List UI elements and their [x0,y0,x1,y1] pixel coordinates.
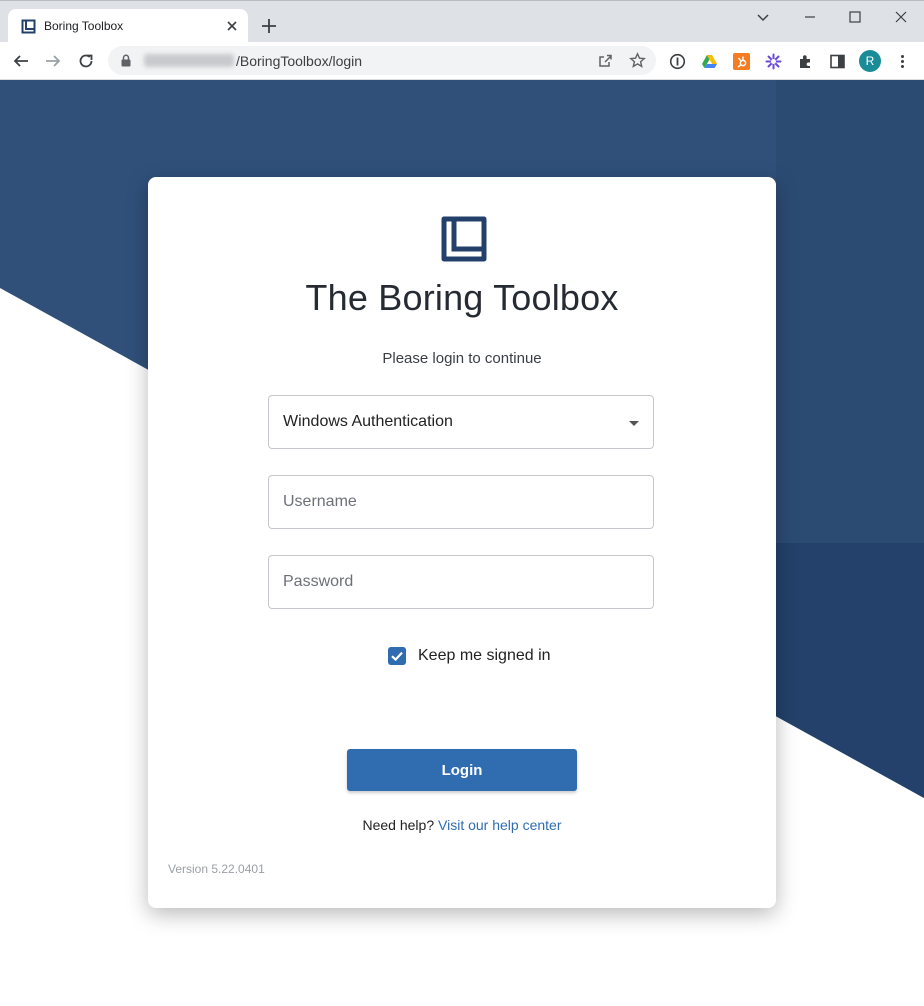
minimize-icon[interactable] [802,9,818,25]
new-tab-icon[interactable] [260,17,278,35]
hubspot-extension-icon[interactable] [733,53,750,70]
username-input[interactable] [268,475,654,529]
login-subtitle: Please login to continue [382,350,542,367]
more-menu-icon[interactable] [894,53,911,70]
help-text: Need help? Visit our help center [148,817,776,833]
bookmark-star-icon[interactable] [629,52,646,69]
share-icon[interactable] [597,52,614,69]
password-manager-extension-icon[interactable] [669,53,686,70]
help-prefix: Need help? [362,817,435,833]
side-panel-icon[interactable] [829,53,846,70]
tab-title: Boring Toolbox [44,19,124,33]
address-bar[interactable]: /BoringToolbox/login [108,46,656,75]
browser-tab[interactable]: Boring Toolbox [8,9,248,43]
lock-icon[interactable] [120,54,132,67]
url-path: /BoringToolbox/login [236,53,363,69]
extensions-puzzle-icon[interactable] [797,53,814,70]
url-host-blurred [144,54,234,67]
version-label: Version 5.22.0401 [168,862,265,876]
close-tab-icon[interactable] [224,18,240,34]
help-center-link[interactable]: Visit our help center [438,817,561,833]
reload-icon[interactable] [77,52,95,70]
app-title: The Boring Toolbox [305,277,619,318]
back-arrow-icon[interactable] [12,52,30,70]
login-page: The Boring Toolbox Please login to conti… [0,80,924,1006]
boring-toolbox-logo-icon [441,216,487,262]
close-window-icon[interactable] [893,9,909,25]
keep-signed-in-label[interactable]: Keep me signed in [418,647,551,665]
browser-toolbar: /BoringToolbox/login R [0,42,924,80]
login-card: The Boring Toolbox Please login to conti… [148,177,776,908]
purple-flower-extension-icon[interactable] [765,53,782,70]
google-drive-extension-icon[interactable] [701,53,718,70]
maximize-icon[interactable] [847,9,863,25]
tab-search-icon[interactable] [755,9,771,25]
caret-down-icon [629,421,639,426]
keep-signed-in-checkbox[interactable] [388,647,406,665]
profile-avatar[interactable]: R [859,50,881,72]
boring-toolbox-favicon-icon [21,19,36,34]
browser-tab-strip: Boring Toolbox [0,0,924,43]
auth-method-value: Windows Authentication [283,413,453,430]
auth-method-select[interactable]: Windows Authentication [268,395,654,449]
login-button[interactable]: Login [347,749,577,791]
forward-arrow-icon[interactable] [44,52,62,70]
password-input[interactable] [268,555,654,609]
